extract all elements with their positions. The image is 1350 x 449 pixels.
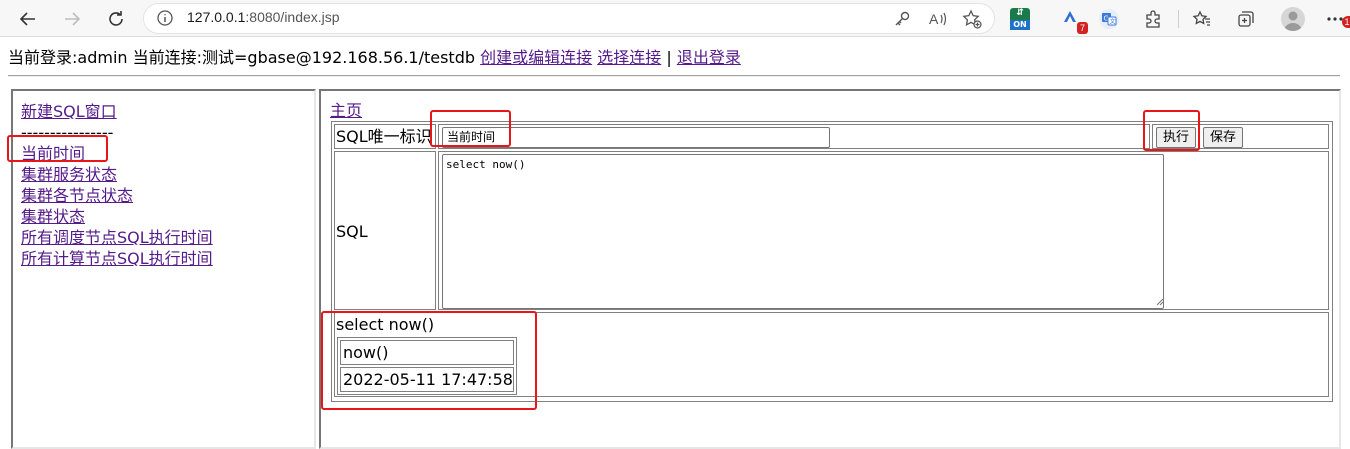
extension-badge: 7 [1076, 22, 1088, 34]
result-value-cell: 2022-05-11 17:47:58.0 [340, 367, 514, 392]
sql-menu: 新建SQL窗口 ---------------- 当前时间 集群服务状态 集群各… [21, 101, 213, 269]
save-button[interactable]: 保存 [1203, 127, 1244, 148]
sql-window-frame: 主页 SQL唯一标识 当前时间 执行 保存 SQL select now() s… [319, 89, 1341, 449]
extension-drop-icon[interactable]: 7 [1058, 7, 1088, 34]
result-query-title: select now() [336, 315, 435, 334]
notification-badge: 1 [1342, 16, 1350, 28]
resize-grip-icon[interactable] [1156, 298, 1164, 306]
extension-on-label: ON [1010, 19, 1030, 30]
back-arrow-icon [19, 12, 35, 26]
menu-item-current-time[interactable]: 当前时间 [21, 144, 85, 163]
url-path: :8080/index.jsp [245, 9, 340, 25]
login-connection-info: 当前登录:admin 当前连接:测试=gbase@192.168.56.1/te… [8, 48, 476, 67]
menu-item-cluster-status[interactable]: 集群状态 [21, 207, 85, 226]
extension-arrow-glyph: ⇵ [1016, 7, 1024, 18]
forward-button[interactable] [58, 5, 86, 33]
action-buttons-cell: 执行 保存 [1152, 124, 1329, 149]
sql-label: SQL [336, 222, 368, 241]
sql-id-input-cell: 当前时间 [438, 124, 1150, 149]
back-button[interactable] [14, 5, 42, 33]
execute-button[interactable]: 执行 [1156, 127, 1197, 148]
left-menu-frame: 新建SQL窗口 ---------------- 当前时间 集群服务状态 集群各… [11, 89, 316, 449]
header-separator: | [666, 48, 672, 67]
reload-icon [109, 11, 123, 26]
menu-item-coordinator-sql-time[interactable]: 所有调度节点SQL执行时间 [21, 228, 213, 247]
menu-item-cluster-node-status[interactable]: 集群各节点状态 [21, 186, 133, 205]
translate-icon[interactable]: G文 [1097, 7, 1121, 31]
forward-arrow-icon [65, 12, 81, 26]
toolbar-separator [1178, 10, 1179, 28]
logout-link[interactable]: 退出登录 [677, 48, 741, 67]
sql-id-label: SQL唯一标识 [336, 127, 432, 146]
menu-divider: ---------------- [21, 123, 114, 142]
login-status-bar: 当前登录:admin 当前连接:测试=gbase@192.168.56.1/te… [8, 47, 741, 69]
new-sql-window-link[interactable]: 新建SQL窗口 [21, 102, 117, 121]
favorites-icon[interactable] [1190, 7, 1214, 31]
sql-id-label-cell: SQL唯一标识 [334, 124, 436, 149]
key-icon[interactable] [888, 5, 916, 33]
browser-toolbar: 127.0.0.1:8080/index.jsp A ⇵ ON 7 G文 1 [0, 0, 1350, 37]
sql-textarea[interactable]: select now() [442, 154, 1164, 309]
url-text[interactable]: 127.0.0.1:8080/index.jsp [187, 9, 340, 25]
reload-button[interactable] [102, 5, 130, 33]
collections-icon[interactable] [1234, 7, 1258, 31]
result-column-header: now() [340, 340, 514, 365]
add-favorite-star-icon[interactable] [958, 5, 986, 33]
result-table: now() 2022-05-11 17:47:58.0 [337, 337, 517, 395]
svg-text:文: 文 [1110, 18, 1116, 26]
profile-avatar-icon[interactable] [1281, 7, 1305, 31]
svg-text:A: A [929, 11, 939, 27]
home-link[interactable]: 主页 [330, 101, 362, 121]
result-cell: select now() now() 2022-05-11 17:47:58.0 [334, 312, 1329, 397]
select-connection-link[interactable]: 选择连接 [597, 48, 661, 67]
create-edit-connection-link[interactable]: 创建或编辑连接 [480, 48, 592, 67]
sql-id-input[interactable]: 当前时间 [442, 127, 830, 148]
read-aloud-icon[interactable]: A [924, 5, 952, 33]
sql-textarea-cell: select now() [438, 151, 1329, 310]
extensions-puzzle-icon[interactable] [1141, 7, 1165, 31]
url-host: 127.0.0.1 [187, 9, 246, 25]
menu-item-compute-sql-time[interactable]: 所有计算节点SQL执行时间 [21, 249, 213, 268]
extension-on-icon[interactable]: ⇵ ON [1010, 8, 1030, 30]
menu-item-cluster-service-status[interactable]: 集群服务状态 [21, 165, 117, 184]
header-divider [8, 75, 1340, 77]
site-info-icon[interactable] [156, 9, 174, 27]
sql-label-cell: SQL [334, 151, 436, 310]
sql-form-table: SQL唯一标识 当前时间 执行 保存 SQL select now() sele… [331, 121, 1333, 402]
